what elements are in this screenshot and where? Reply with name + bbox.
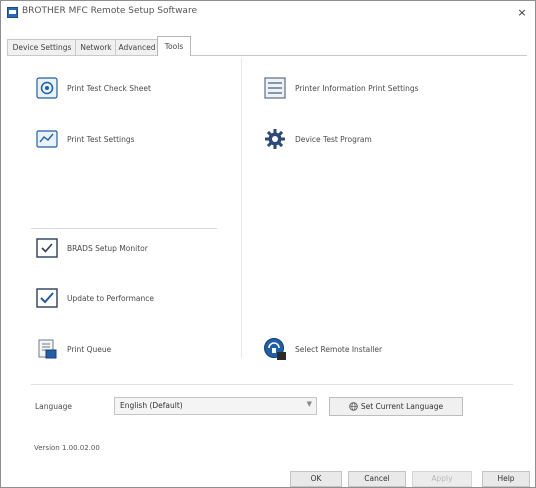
dialog-window: BROTHER MFC Remote Setup Software × Devi…: [0, 0, 536, 488]
close-icon: ×: [517, 5, 527, 19]
device-test-item[interactable]: Device Test Program: [263, 127, 372, 151]
checkbox-icon: [35, 286, 59, 310]
setup-monitor-item[interactable]: BRADS Setup Monitor: [35, 236, 148, 260]
help-button[interactable]: Help: [482, 471, 530, 487]
version-text: Version 1.00.02.00: [34, 444, 100, 452]
globe-icon: [349, 402, 358, 411]
printer-info-label: Printer Information Print Settings: [295, 83, 419, 93]
apply-button[interactable]: Apply: [412, 471, 472, 487]
ok-button[interactable]: OK: [290, 471, 342, 487]
tab-tools[interactable]: Tools: [157, 36, 191, 56]
print-test-settings-label: Print Test Settings: [67, 134, 135, 144]
settings-print-icon: [35, 127, 59, 151]
set-current-language-button[interactable]: Set Current Language: [329, 397, 463, 416]
window-title: BROTHER MFC Remote Setup Software: [22, 6, 197, 16]
print-check-sheet-label: Print Test Check Sheet: [67, 83, 151, 93]
setup-monitor-label: BRADS Setup Monitor: [67, 243, 148, 253]
device-test-label: Device Test Program: [295, 134, 372, 144]
print-check-icon: [35, 76, 59, 100]
language-label: Language: [35, 402, 73, 411]
cancel-button[interactable]: Cancel: [348, 471, 406, 487]
update-performance-item[interactable]: Update to Performance: [35, 286, 154, 310]
tab-device-settings[interactable]: Device Settings: [7, 39, 77, 56]
chevron-down-icon: ▼: [306, 400, 312, 408]
section-divider: [31, 228, 217, 229]
remote-installer-icon: [263, 337, 287, 361]
bottom-separator: [31, 384, 513, 385]
close-button[interactable]: ×: [511, 2, 533, 22]
gear-icon: [263, 127, 287, 151]
tab-network[interactable]: Network: [75, 39, 117, 56]
printer-info-icon: [263, 76, 287, 100]
title-bar: BROTHER MFC Remote Setup Software ×: [1, 1, 535, 23]
print-queue-label: Print Queue: [67, 344, 112, 354]
print-test-settings-item[interactable]: Print Test Settings: [35, 127, 135, 151]
printer-info-item[interactable]: Printer Information Print Settings: [263, 76, 419, 100]
language-select[interactable]: English (Default) ▼: [114, 397, 317, 415]
app-icon: [7, 7, 18, 18]
column-divider: [241, 58, 242, 358]
language-value: English (Default): [120, 401, 183, 410]
update-performance-label: Update to Performance: [67, 293, 154, 303]
monitor-check-icon: [35, 236, 59, 260]
remote-installer-label: Select Remote Installer: [295, 344, 383, 354]
tab-advanced[interactable]: Advanced: [115, 39, 159, 56]
set-current-language-label: Set Current Language: [360, 402, 444, 411]
print-queue-item[interactable]: Print Queue: [35, 337, 111, 361]
print-queue-icon: [35, 337, 59, 361]
remote-installer-item[interactable]: Select Remote Installer: [263, 337, 382, 361]
print-check-sheet-item[interactable]: Print Test Check Sheet: [35, 76, 151, 100]
